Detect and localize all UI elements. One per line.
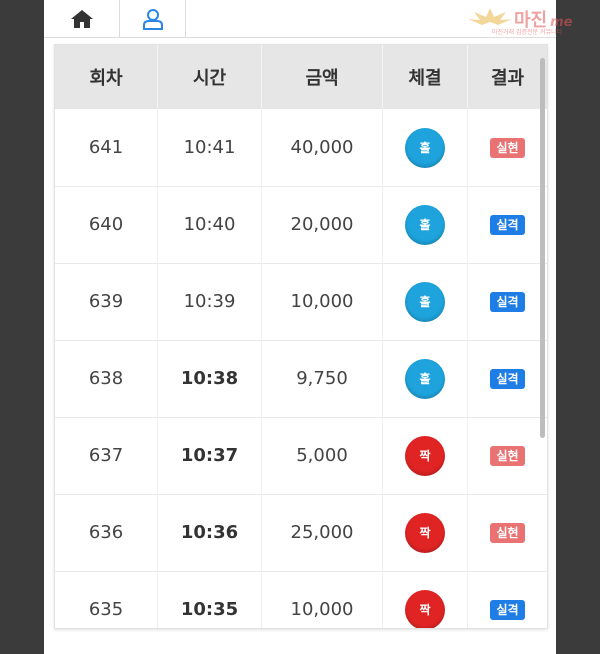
user-tab[interactable] [120,0,186,37]
bet-history-table: 회차 시간 금액 체결 결과 641 10:41 40,000 홀 실현 640 10:40… [54,44,548,629]
result-badge: 실격 [490,599,525,620]
result-badge: 실현 [490,445,525,466]
amount-cell: 10,000 [262,263,383,340]
pick-cell: 짝 [383,494,468,571]
table-row: 641 10:41 40,000 홀 실현 [55,109,547,187]
result-badge: 실격 [490,368,525,389]
table-header: 회차 시간 금액 체결 결과 [55,45,547,109]
header-result: 결과 [490,68,525,89]
home-tab[interactable] [44,0,120,37]
table-row: 637 10:37 5,000 짝 실현 [55,417,547,495]
round-cell: 635 [55,571,158,628]
odd-ball: 홀 [405,127,445,168]
header-time: 시간 [158,45,262,109]
amount-cell: 10,000 [262,571,383,628]
result-cell: 실격 [468,571,547,628]
pick-cell: 홀 [383,109,468,186]
time-cell: 10:41 [158,109,262,186]
odd-ball: 홀 [405,204,445,245]
time-cell: 10:38 [158,340,262,417]
time-cell: 10:35 [158,571,262,628]
result-badge: 실현 [490,137,525,158]
odd-ball: 홀 [405,358,445,399]
result-badge: 실격 [490,291,525,312]
amount-cell: 5,000 [262,417,383,494]
watermark-tagline: 마진거래 검증전문 커뮤니티 [492,29,563,36]
result-cell: 실격 [468,263,547,340]
header-pick: 체결 [383,45,468,109]
amount-cell: 25,000 [262,494,383,571]
even-ball: 짝 [405,435,445,476]
pick-cell: 홀 [383,186,468,263]
round-cell: 639 [55,263,158,340]
pick-cell: 홀 [383,340,468,417]
user-icon [142,8,163,30]
time-cell: 10:39 [158,263,262,340]
table-row: 638 10:38 9,750 홀 실격 [55,340,547,418]
result-cell: 실현 [468,109,547,186]
time-cell: 10:36 [158,494,262,571]
round-cell: 638 [55,340,158,417]
header-amount: 금액 [262,45,383,109]
even-ball: 짝 [405,589,445,628]
round-cell: 637 [55,417,158,494]
table-row: 640 10:40 20,000 홀 실격 [55,186,547,264]
scrollbar[interactable] [540,58,545,438]
time-cell: 10:37 [158,417,262,494]
time-cell: 10:40 [158,186,262,263]
header-round: 회차 [55,45,158,109]
round-cell: 640 [55,186,158,263]
result-cell: 실현 [468,417,547,494]
home-icon [70,9,93,28]
result-cell: 실격 [468,340,547,417]
result-cell: 실격 [468,186,547,263]
result-badge: 실현 [490,522,525,543]
amount-cell: 40,000 [262,109,383,186]
pick-cell: 홀 [383,263,468,340]
odd-ball: 홀 [405,281,445,322]
round-cell: 641 [55,109,158,186]
amount-cell: 9,750 [262,340,383,417]
even-ball: 짝 [405,512,445,553]
result-cell: 실현 [468,494,547,571]
table-row: 639 10:39 10,000 홀 실격 [55,263,547,341]
result-badge: 실격 [490,214,525,235]
pick-cell: 짝 [383,417,468,494]
round-cell: 636 [55,494,158,571]
table-row: 635 10:35 10,000 짝 실격 [55,571,547,628]
watermark-logo: 마진 me 마진거래 검증전문 커뮤니티 [466,2,596,38]
amount-cell: 20,000 [262,186,383,263]
table-row: 636 10:36 25,000 짝 실현 [55,494,547,572]
pick-cell: 짝 [383,571,468,628]
main-panel: 회차 시간 금액 체결 결과 641 10:41 40,000 홀 실현 640 10:40… [44,0,556,654]
